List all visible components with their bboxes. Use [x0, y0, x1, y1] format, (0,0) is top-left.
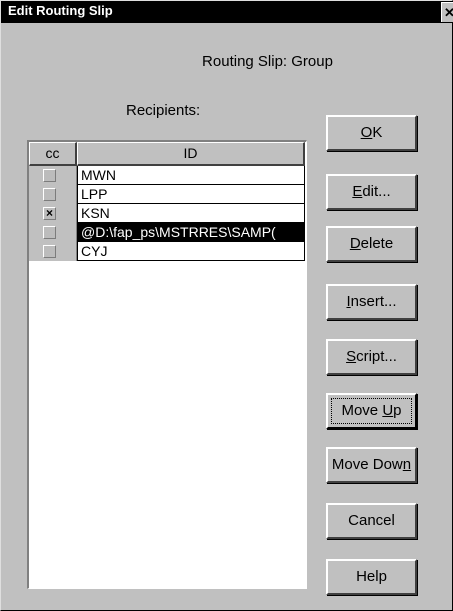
label-text: Help	[356, 568, 387, 585]
mnemonic-letter: U	[382, 402, 394, 419]
insert-button[interactable]: Insert...	[326, 284, 417, 320]
label-text: Move Dow	[331, 456, 403, 473]
help-button-label: Help	[356, 561, 387, 593]
move-down-button-label: Move Down	[332, 449, 411, 481]
recipient-id[interactable]: KSN	[77, 204, 305, 223]
close-icon[interactable]: ✕	[441, 2, 453, 22]
recipient-id[interactable]: @D:\fap_ps\MSTRRES\SAMP(	[77, 223, 305, 242]
cc-cell	[29, 185, 77, 204]
cc-checkbox[interactable]: ×	[43, 207, 56, 220]
label-text: Cancel	[348, 512, 395, 529]
column-header-cc[interactable]: cc	[29, 142, 77, 166]
list-item[interactable]: × KSN	[29, 204, 305, 223]
insert-button-label: Insert...	[346, 286, 396, 318]
mnemonic-letter: O	[360, 124, 373, 141]
help-button[interactable]: Help	[326, 559, 417, 595]
window-title: Edit Routing Slip	[8, 3, 113, 18]
label-text: Move	[341, 402, 383, 419]
label-text: dit...	[362, 183, 391, 200]
cc-cell: ×	[29, 204, 77, 223]
label-text: p	[393, 402, 402, 419]
cc-checkbox[interactable]	[43, 226, 56, 239]
delete-button-label: Delete	[350, 228, 393, 260]
cc-cell	[29, 242, 77, 261]
mnemonic-letter: E	[352, 183, 363, 200]
mnemonic-letter: n	[402, 456, 412, 473]
recipient-id[interactable]: CYJ	[77, 242, 305, 261]
script-button[interactable]: Script...	[326, 339, 417, 375]
list-item[interactable]: LPP	[29, 185, 305, 204]
recipients-list[interactable]: cc ID MWN LPP × KSN @D:\fap_ps\MSTRRES\SAMP(…	[27, 140, 307, 589]
label-text: K	[372, 124, 383, 141]
cc-checkbox[interactable]	[43, 169, 56, 182]
label-text: cript...	[356, 348, 397, 365]
recipient-id[interactable]: MWN	[77, 166, 305, 185]
cc-cell	[29, 223, 77, 242]
move-up-button-label: Move Up	[341, 395, 401, 427]
ok-button-label: OK	[361, 117, 383, 149]
edit-routing-slip-dialog: Edit Routing Slip ✕ Routing Slip: Group …	[0, 0, 453, 611]
edit-button[interactable]: Edit...	[326, 174, 417, 210]
list-item[interactable]: CYJ	[29, 242, 305, 261]
move-down-button[interactable]: Move Down	[326, 447, 417, 483]
list-item[interactable]: @D:\fap_ps\MSTRRES\SAMP(	[29, 223, 305, 242]
cancel-button-label: Cancel	[348, 505, 395, 537]
cc-cell	[29, 166, 77, 185]
script-button-label: Script...	[346, 341, 397, 373]
label-text: nsert...	[350, 293, 397, 310]
label-text: elete	[360, 235, 394, 252]
check-x-icon: ×	[45, 206, 53, 220]
cc-checkbox[interactable]	[43, 188, 56, 201]
edit-button-label: Edit...	[352, 176, 390, 208]
mnemonic-letter: D	[349, 235, 361, 252]
recipient-id[interactable]: LPP	[77, 185, 305, 204]
delete-button[interactable]: Delete	[326, 226, 417, 262]
cancel-button[interactable]: Cancel	[326, 503, 417, 539]
mnemonic-letter: S	[346, 348, 357, 365]
routing-slip-heading: Routing Slip: Group	[202, 53, 333, 70]
list-item[interactable]: MWN	[29, 166, 305, 185]
recipients-label: Recipients:	[126, 102, 201, 119]
ok-button[interactable]: OK	[326, 115, 417, 151]
cc-checkbox[interactable]	[43, 245, 56, 258]
title-bar[interactable]: Edit Routing Slip ✕	[1, 1, 453, 23]
move-up-button[interactable]: Move Up	[326, 393, 417, 429]
column-header-id[interactable]: ID	[77, 142, 305, 166]
